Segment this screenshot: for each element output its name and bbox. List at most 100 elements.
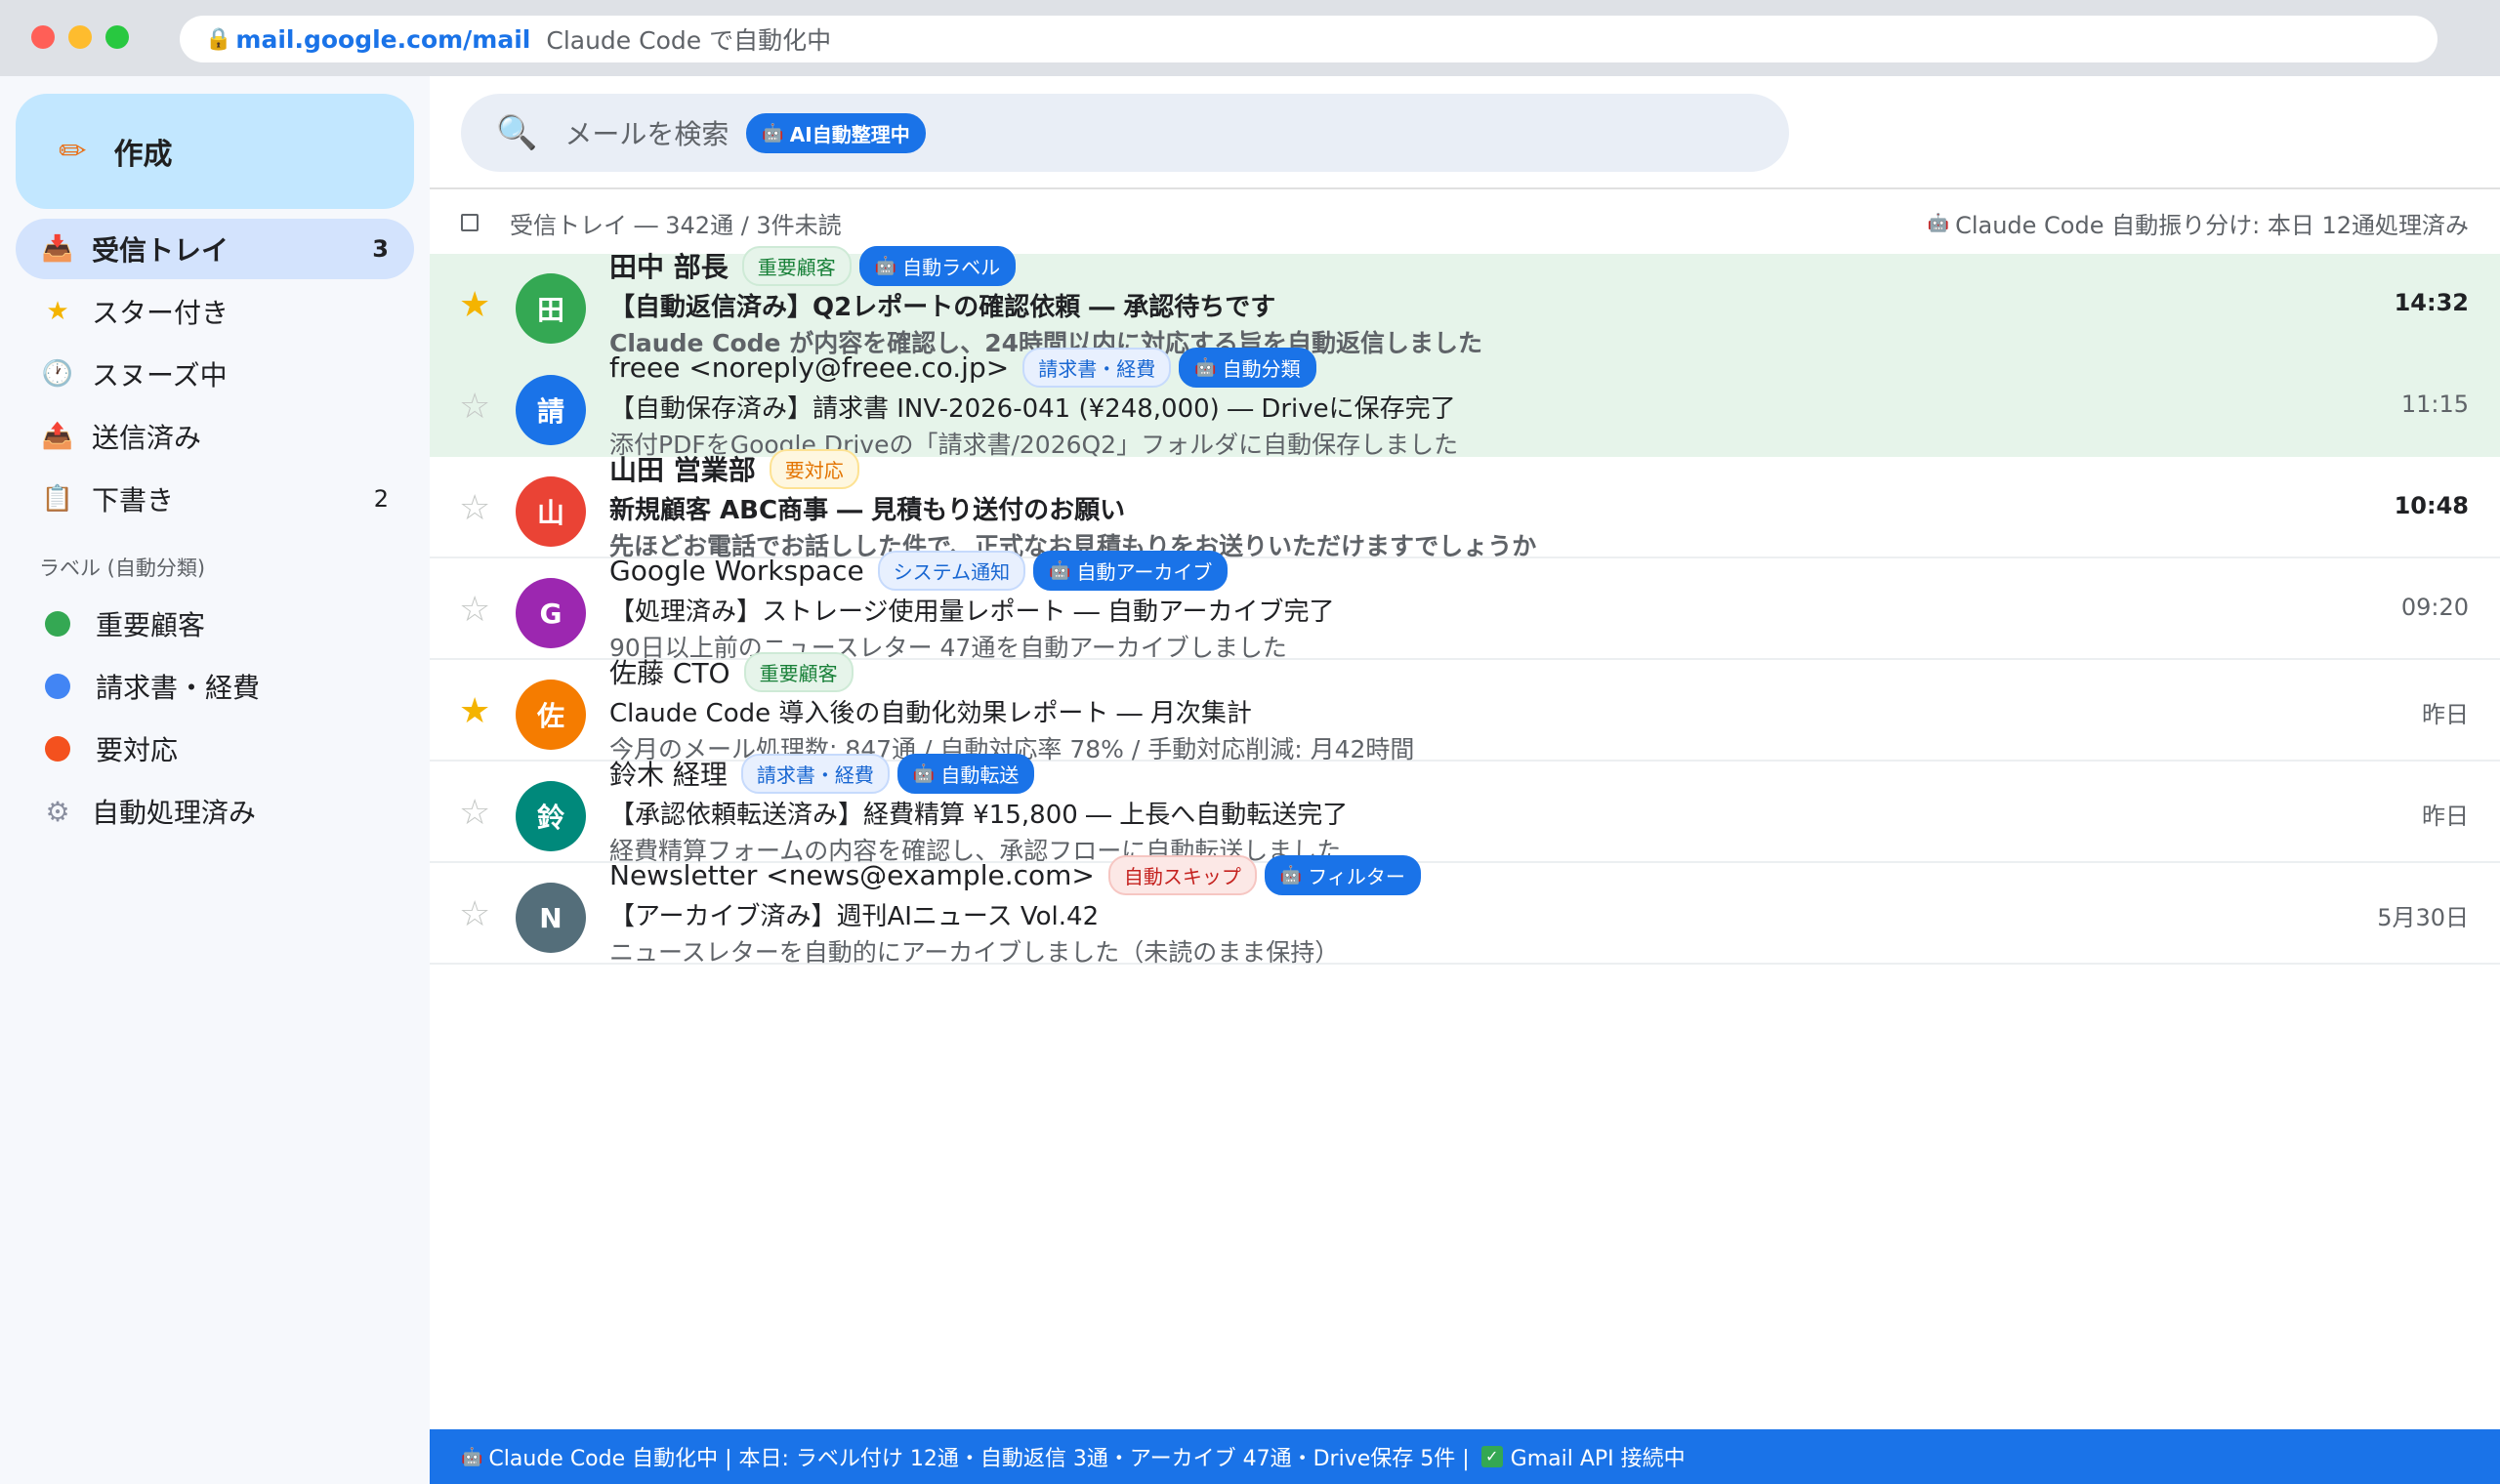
sender-line: 鈴木 経理 請求書・経費 🤖 自動転送 (609, 753, 1042, 794)
email-row[interactable]: ☆ G Google Workspace システム通知 🤖 自動アーカイブ 【処理済み】スト… (430, 550, 2500, 662)
sent-icon: 📤 (41, 422, 74, 451)
browser-chrome: 🔒 mail.google.com/mail Claude Code で自動化中 (0, 0, 2500, 76)
check-icon: ✓ (1480, 1446, 1503, 1467)
email-time: 09:20 (2400, 594, 2469, 621)
ai-action-tag[interactable]: 🤖 自動アーカイブ (1033, 550, 1229, 591)
sidebar-item-label: 送信済み (92, 422, 202, 454)
list-toolbar: 受信トレイ ― 342通 / 3件未読 🤖 Claude Code 自動振り分け… (430, 191, 2500, 254)
star-icon[interactable]: ☆ (459, 590, 490, 630)
ai-status-chip: 🤖 AI自動整理中 (746, 112, 926, 153)
maximize-window-button[interactable] (105, 25, 129, 49)
sender-name: Google Workspace (609, 554, 864, 587)
email-time: 14:32 (2394, 289, 2469, 316)
sidebar-item-label: 自動処理済み (92, 797, 257, 829)
tab-title: Claude Code で自動化中 (546, 26, 832, 55)
sidebar-item-starred[interactable]: ★ スター付き (16, 281, 414, 342)
sidebar-item-drafts[interactable]: 📋 下書き 2 (16, 469, 414, 529)
star-icon[interactable]: ★ (459, 691, 490, 731)
tag-label: 要対応 (784, 458, 844, 482)
tag-label: 重要顧客 (757, 255, 836, 279)
star-icon: ★ (46, 297, 69, 326)
tag-label: システム通知 (893, 559, 1011, 584)
sidebar-item-label: スヌーズ中 (92, 359, 228, 392)
sidebar-item-label: 受信トレイ (92, 234, 229, 267)
divider (430, 187, 2500, 189)
label-tag[interactable]: システム通知 (877, 550, 1026, 591)
search-input[interactable]: メールを検索 (564, 113, 729, 152)
sender-line: freee <noreply@freee.co.jp> 請求書・経費 🤖 自動分類 (609, 347, 1324, 388)
select-all-checkbox[interactable] (461, 214, 479, 231)
sidebar-item-snoozed[interactable]: 🕐 スヌーズ中 (16, 344, 414, 404)
star-icon[interactable]: ★ (459, 285, 490, 325)
star-icon[interactable]: ☆ (459, 894, 490, 934)
label-tag[interactable]: 重要顧客 (741, 245, 852, 286)
sidebar: ✏ 作成 📥 受信トレイ 3 ★ スター付き 🕐 スヌーズ中 📤 送信済み 📋 … (0, 76, 430, 1484)
label-color-dot (45, 736, 70, 762)
email-subject: 【処理済み】ストレージ使用量レポート ― 自動アーカイブ完了 (609, 598, 1335, 627)
sender-name: 山田 営業部 (609, 454, 756, 486)
ai-action-tag[interactable]: 🤖 自動転送 (896, 753, 1035, 794)
sidebar-item-label: スター付き (92, 297, 229, 329)
label-tag[interactable]: 請求書・経費 (1022, 347, 1172, 388)
label-tag[interactable]: 要対応 (769, 448, 859, 489)
ai-action-tag[interactable]: 🤖 フィルター (1264, 854, 1421, 895)
sidebar-item-label: 要対応 (96, 734, 179, 766)
ai-action-tag[interactable]: 🤖 自動ラベル (858, 245, 1017, 286)
sidebar-item-inbox[interactable]: 📥 受信トレイ 3 (16, 219, 414, 279)
star-icon[interactable]: ☆ (459, 793, 490, 833)
tag-label: 自動転送 (940, 763, 1020, 787)
label-tag[interactable]: 重要顧客 (743, 651, 854, 692)
sidebar-item-label: 重要顧客 (96, 609, 206, 641)
robot-icon: 🤖 (1927, 212, 1950, 233)
pencil-icon: ✏ (59, 132, 87, 171)
sidebar-label-important-clients[interactable]: 重要顧客 (16, 594, 414, 654)
compose-button[interactable]: ✏ 作成 (16, 94, 414, 209)
search-icon: 🔍 (496, 113, 538, 152)
unread-count: 3 (372, 235, 389, 263)
tag-label: 自動分類 (1222, 356, 1301, 381)
ai-action-tag[interactable]: 🤖 自動分類 (1179, 347, 1316, 388)
label-color-dot (45, 674, 70, 699)
minimize-window-button[interactable] (68, 25, 92, 49)
inbox-icon: 📥 (41, 234, 74, 264)
sidebar-item-label: 下書き (92, 484, 175, 516)
email-row[interactable]: ☆ 山山田 営業部 要対応 新規顧客 ABC商事 ― 見積もり送付のお願い 先ほどお電話… (430, 448, 2500, 560)
tag-label: 重要顧客 (759, 661, 838, 685)
tag-label: 請求書・経費 (1038, 356, 1156, 381)
email-time: 11:15 (2400, 391, 2469, 418)
sidebar-label-auto-processed[interactable]: ⚙ 自動処理済み (16, 781, 414, 842)
close-window-button[interactable] (31, 25, 55, 49)
sender-name: 鈴木 経理 (609, 759, 728, 791)
sender-line: Google Workspace システム通知 🤖 自動アーカイブ (609, 550, 1235, 591)
labels-header: ラベル (自動分類) (39, 556, 206, 580)
sidebar-item-sent[interactable]: 📤 送信済み (16, 406, 414, 467)
email-row[interactable]: ☆ 鈴鈴木 経理 請求書・経費 🤖 自動転送 【承認依頼転送済み】経費精算 ¥15,800… (430, 753, 2500, 865)
auto-sort-status: 🤖 Claude Code 自動振り分け: 本日 12通処理済み (1928, 206, 2469, 240)
email-row[interactable]: ★ 佐佐藤 CTO 重要顧客 Claude Code 導入後の自動化効果レポート ― … (430, 651, 2500, 763)
tag-label: フィルター (1308, 864, 1405, 888)
star-icon[interactable]: ☆ (459, 387, 490, 427)
email-row[interactable]: ☆ N Newsletter <news@example.com> 自動スキップ 🤖 フィ… (430, 854, 2500, 967)
star-icon[interactable]: ☆ (459, 488, 490, 528)
address-bar[interactable]: 🔒 mail.google.com/mail Claude Code で自動化中 (180, 16, 2438, 62)
email-subject: 【自動返信済み】Q2レポートの確認依頼 ― 承認待ちです (609, 293, 1276, 322)
url-text: mail.google.com/mail (235, 24, 531, 54)
email-time: 5月30日 (2377, 904, 2469, 931)
search-bar[interactable]: 🔍 メールを検索 🤖 AI自動整理中 (461, 94, 1789, 172)
email-row[interactable]: ☆ 請 freee <noreply@freee.co.jp> 請求書・経費 🤖 自動分類… (430, 347, 2500, 459)
clock-icon: 🕐 (41, 359, 74, 389)
label-tag[interactable]: 請求書・経費 (740, 753, 890, 794)
sender-name: 佐藤 CTO (609, 657, 730, 689)
sender-name: 田中 部長 (609, 251, 729, 283)
sender-name: freee <noreply@freee.co.jp> (609, 350, 1010, 384)
label-tag[interactable]: 自動スキップ (1107, 854, 1257, 895)
email-time: 昨日 (2422, 803, 2469, 830)
label-color-dot (45, 611, 70, 637)
email-row[interactable]: ★ 田田中 部長 重要顧客 🤖 自動ラベル 【自動返信済み】Q2レポートの確認依頼 ― 承… (430, 245, 2500, 357)
tag-label: 自動ラベル (902, 255, 1001, 279)
sidebar-label-invoices[interactable]: 請求書・経費 (16, 656, 414, 717)
gear-icon: ⚙ (45, 795, 70, 828)
tag-label: 請求書・経費 (756, 763, 874, 787)
sidebar-label-action-required[interactable]: 要対応 (16, 719, 414, 779)
inbox-summary: 受信トレイ ― 342通 / 3件未読 (510, 211, 842, 239)
